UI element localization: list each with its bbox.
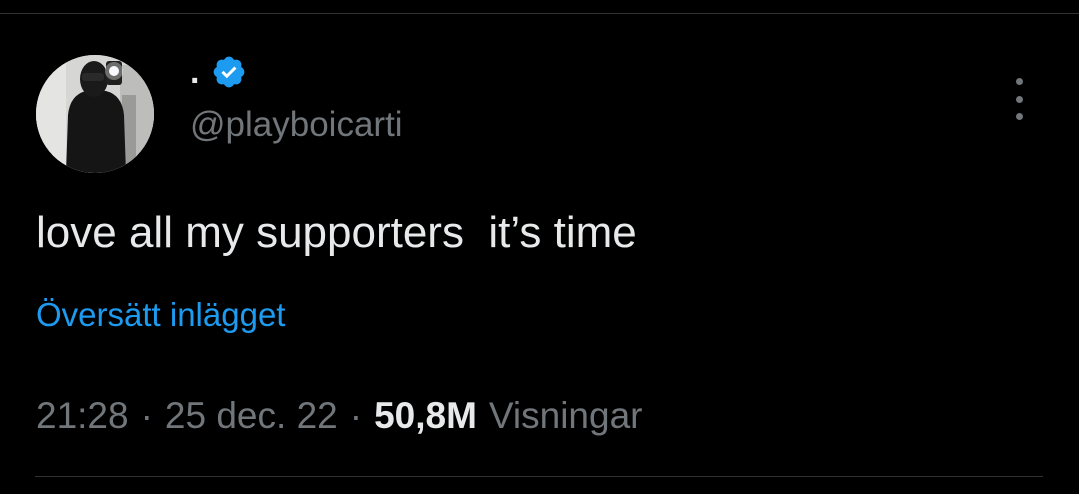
- views-label[interactable]: Visningar: [489, 395, 643, 437]
- tweet-meta: 21:28 · 25 dec. 22 · 50,8M Visningar: [36, 392, 643, 440]
- avatar-photo: [36, 55, 154, 173]
- tweet-time[interactable]: 21:28: [36, 395, 129, 437]
- tweet-text: love all my supporters it’s time: [36, 208, 637, 257]
- author-name-row[interactable]: .: [190, 52, 247, 92]
- author-handle[interactable]: @playboicarti: [190, 104, 403, 146]
- translate-link[interactable]: Översätt inlägget: [36, 294, 285, 336]
- bottom-divider: [35, 476, 1043, 477]
- meta-separator: ·: [140, 395, 153, 436]
- verified-badge-icon: [214, 56, 245, 88]
- views-count[interactable]: 50,8M: [374, 395, 477, 437]
- avatar[interactable]: [36, 55, 154, 173]
- more-dot: [1015, 113, 1023, 120]
- top-divider: [0, 13, 1079, 14]
- more-dot: [1015, 95, 1023, 103]
- display-name[interactable]: .: [190, 52, 199, 92]
- tweet-date[interactable]: 25 dec. 22: [165, 395, 338, 437]
- meta-separator: ·: [349, 395, 363, 436]
- more-options-icon[interactable]: [1004, 78, 1034, 120]
- more-dot: [1015, 78, 1023, 85]
